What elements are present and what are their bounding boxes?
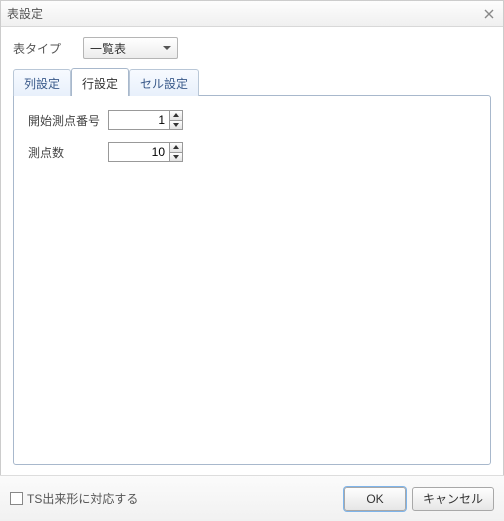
start-point-stepper bbox=[169, 111, 182, 129]
caret-down-icon bbox=[173, 123, 179, 127]
ts-compat-checkbox[interactable]: TS出来形に対応する bbox=[10, 490, 138, 507]
point-count-input[interactable] bbox=[109, 143, 169, 161]
window-title: 表設定 bbox=[7, 5, 481, 22]
titlebar: 表設定 bbox=[1, 1, 503, 27]
point-count-up[interactable] bbox=[170, 143, 182, 153]
tabstrip: 列設定 行設定 セル設定 bbox=[13, 67, 491, 95]
table-type-row: 表タイプ 一覧表 bbox=[13, 37, 491, 59]
close-icon[interactable] bbox=[481, 6, 497, 22]
start-point-input[interactable] bbox=[109, 111, 169, 129]
start-point-down[interactable] bbox=[170, 121, 182, 130]
caret-up-icon bbox=[173, 113, 179, 117]
start-point-up[interactable] bbox=[170, 111, 182, 121]
start-point-row: 開始測点番号 bbox=[28, 110, 476, 130]
point-count-row: 測点数 bbox=[28, 142, 476, 162]
chevron-down-icon bbox=[163, 46, 171, 50]
table-type-label: 表タイプ bbox=[13, 40, 83, 57]
tab-panel-row-settings: 開始測点番号 測点数 bbox=[13, 95, 491, 465]
dialog-footer: TS出来形に対応する OK キャンセル bbox=[0, 475, 504, 521]
ok-button[interactable]: OK bbox=[344, 487, 406, 511]
caret-up-icon bbox=[173, 145, 179, 149]
point-count-spinner bbox=[108, 142, 183, 162]
checkbox-box-icon bbox=[10, 492, 23, 505]
point-count-down[interactable] bbox=[170, 153, 182, 162]
ts-compat-label: TS出来形に対応する bbox=[27, 490, 138, 507]
start-point-spinner bbox=[108, 110, 183, 130]
start-point-label: 開始測点番号 bbox=[28, 112, 108, 129]
point-count-stepper bbox=[169, 143, 182, 161]
tab-cell-settings[interactable]: セル設定 bbox=[129, 69, 199, 96]
point-count-label: 測点数 bbox=[28, 144, 108, 161]
table-type-value: 一覧表 bbox=[90, 40, 163, 57]
dialog-body: 表タイプ 一覧表 列設定 行設定 セル設定 開始測点番号 測点数 bbox=[1, 27, 503, 465]
caret-down-icon bbox=[173, 155, 179, 159]
table-type-select[interactable]: 一覧表 bbox=[83, 37, 178, 59]
cancel-button[interactable]: キャンセル bbox=[412, 487, 494, 511]
tab-column-settings[interactable]: 列設定 bbox=[13, 69, 71, 96]
tab-row-settings[interactable]: 行設定 bbox=[71, 68, 129, 96]
